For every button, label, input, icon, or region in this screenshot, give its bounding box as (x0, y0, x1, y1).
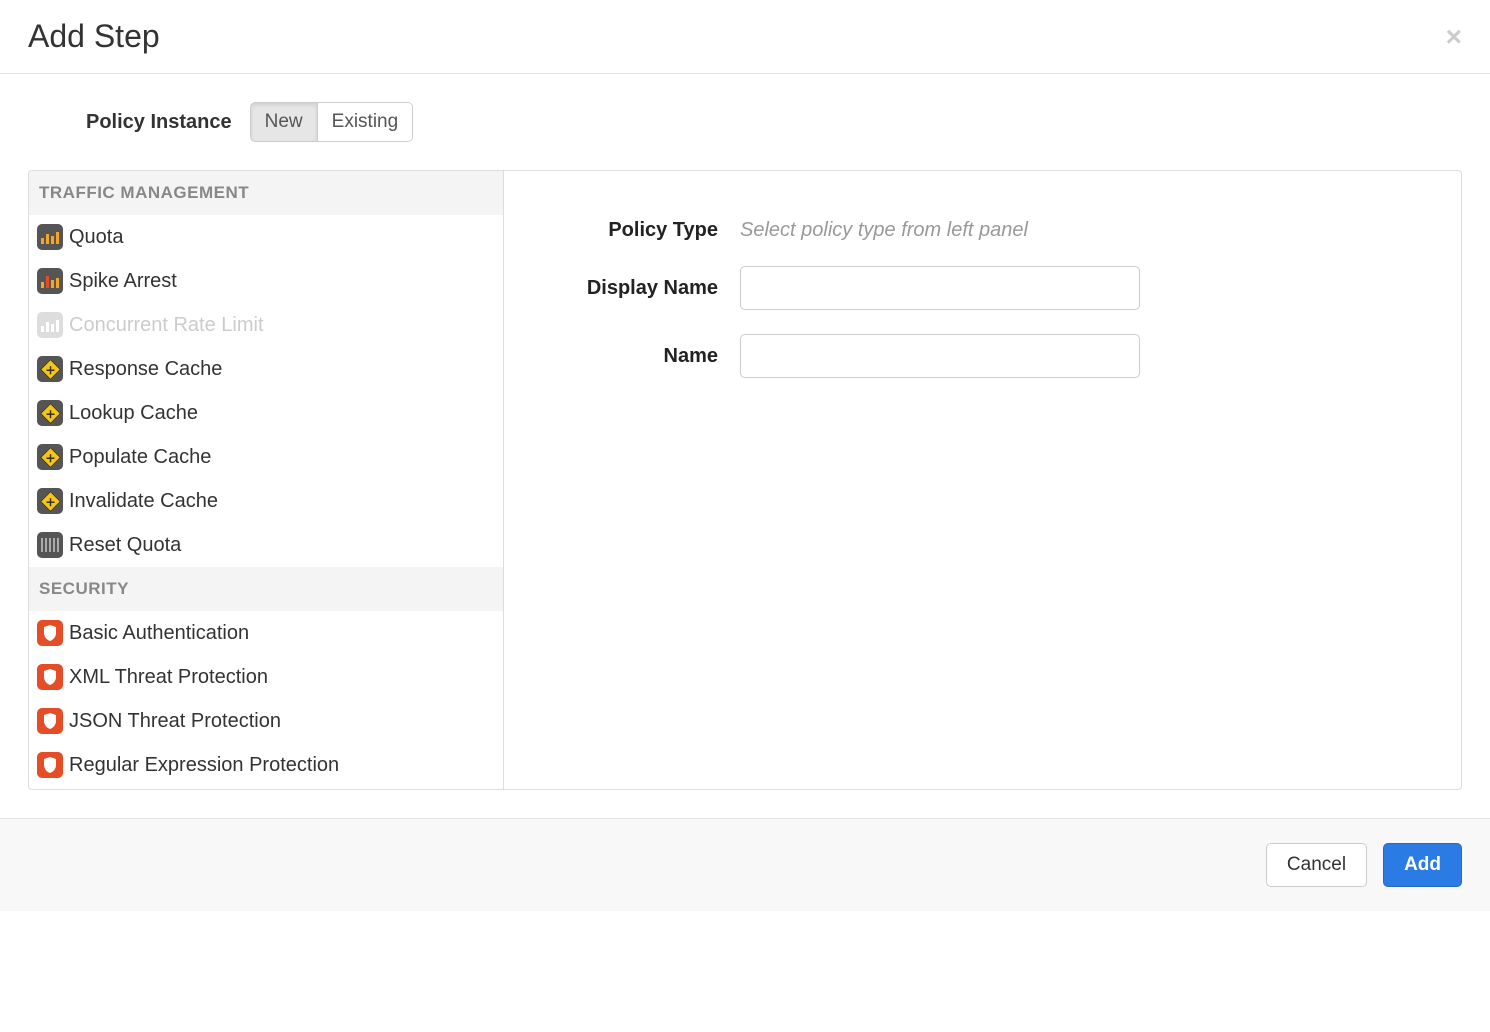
stripes-icon (37, 532, 63, 558)
policy-item-xml-threat[interactable]: XML Threat Protection (29, 655, 503, 699)
display-name-row: Display Name (540, 266, 1425, 310)
policy-item-label: Concurrent Rate Limit (69, 314, 264, 337)
policy-item-populate-cache[interactable]: Populate Cache (29, 435, 503, 479)
security-list: Basic Authentication XML Threat Protecti… (29, 611, 503, 787)
display-name-input[interactable] (740, 266, 1140, 310)
policy-item-invalidate-cache[interactable]: Invalidate Cache (29, 479, 503, 523)
section-security-header: SECURITY (29, 567, 503, 611)
cancel-button[interactable]: Cancel (1266, 843, 1367, 887)
diamond-icon (37, 400, 63, 426)
policy-item-label: XML Threat Protection (69, 666, 268, 689)
policy-item-label: Spike Arrest (69, 270, 177, 293)
policy-type-placeholder: Select policy type from left panel (740, 219, 1028, 242)
policy-item-label: Basic Authentication (69, 622, 249, 645)
name-input[interactable] (740, 334, 1140, 378)
policy-item-label: Invalidate Cache (69, 490, 218, 513)
shield-icon (37, 708, 63, 734)
section-traffic-header: TRAFFIC MANAGEMENT (29, 171, 503, 215)
instance-toggle-group: New Existing (250, 102, 414, 142)
policy-type-row: Policy Type Select policy type from left… (540, 219, 1425, 242)
shield-icon (37, 664, 63, 690)
name-row: Name (540, 334, 1425, 378)
diamond-icon (37, 444, 63, 470)
policy-instance-label: Policy Instance (86, 111, 232, 134)
bars-icon (37, 312, 63, 338)
add-button[interactable]: Add (1383, 843, 1462, 887)
policy-item-lookup-cache[interactable]: Lookup Cache (29, 391, 503, 435)
policy-item-quota[interactable]: Quota (29, 215, 503, 259)
policy-form-panel: Policy Type Select policy type from left… (504, 171, 1461, 789)
instance-new-button[interactable]: New (250, 102, 318, 142)
bars-icon (37, 268, 63, 294)
shield-icon (37, 752, 63, 778)
panel-area: TRAFFIC MANAGEMENT Quota Spike Arrest (28, 170, 1462, 790)
close-icon[interactable]: × (1446, 23, 1462, 51)
shield-icon (37, 620, 63, 646)
diamond-icon (37, 356, 63, 382)
name-label: Name (540, 345, 740, 368)
policy-item-regex-protection[interactable]: Regular Expression Protection (29, 743, 503, 787)
policy-item-label: Quota (69, 226, 123, 249)
policy-item-label: Regular Expression Protection (69, 754, 339, 777)
modal-body: Policy Instance New Existing TRAFFIC MAN… (0, 74, 1490, 818)
policy-item-label: JSON Threat Protection (69, 710, 281, 733)
policy-item-basic-auth[interactable]: Basic Authentication (29, 611, 503, 655)
modal-header: Add Step × (0, 0, 1490, 74)
diamond-icon (37, 488, 63, 514)
add-step-modal: Add Step × Policy Instance New Existing … (0, 0, 1490, 911)
bars-icon (37, 224, 63, 250)
policy-item-response-cache[interactable]: Response Cache (29, 347, 503, 391)
display-name-label: Display Name (540, 277, 740, 300)
policy-item-spike-arrest[interactable]: Spike Arrest (29, 259, 503, 303)
policy-item-concurrent-rate-limit: Concurrent Rate Limit (29, 303, 503, 347)
policy-item-label: Reset Quota (69, 534, 181, 557)
modal-title: Add Step (28, 18, 160, 55)
policy-item-label: Populate Cache (69, 446, 211, 469)
policy-item-reset-quota[interactable]: Reset Quota (29, 523, 503, 567)
instance-existing-button[interactable]: Existing (318, 102, 414, 142)
policy-item-json-threat[interactable]: JSON Threat Protection (29, 699, 503, 743)
modal-footer: Cancel Add (0, 818, 1490, 911)
policy-item-label: Response Cache (69, 358, 222, 381)
policy-list-panel[interactable]: TRAFFIC MANAGEMENT Quota Spike Arrest (29, 171, 504, 789)
policy-type-label: Policy Type (540, 219, 740, 242)
traffic-list: Quota Spike Arrest Concurrent Rate Limit (29, 215, 503, 567)
policy-instance-row: Policy Instance New Existing (28, 102, 1462, 142)
policy-item-label: Lookup Cache (69, 402, 198, 425)
